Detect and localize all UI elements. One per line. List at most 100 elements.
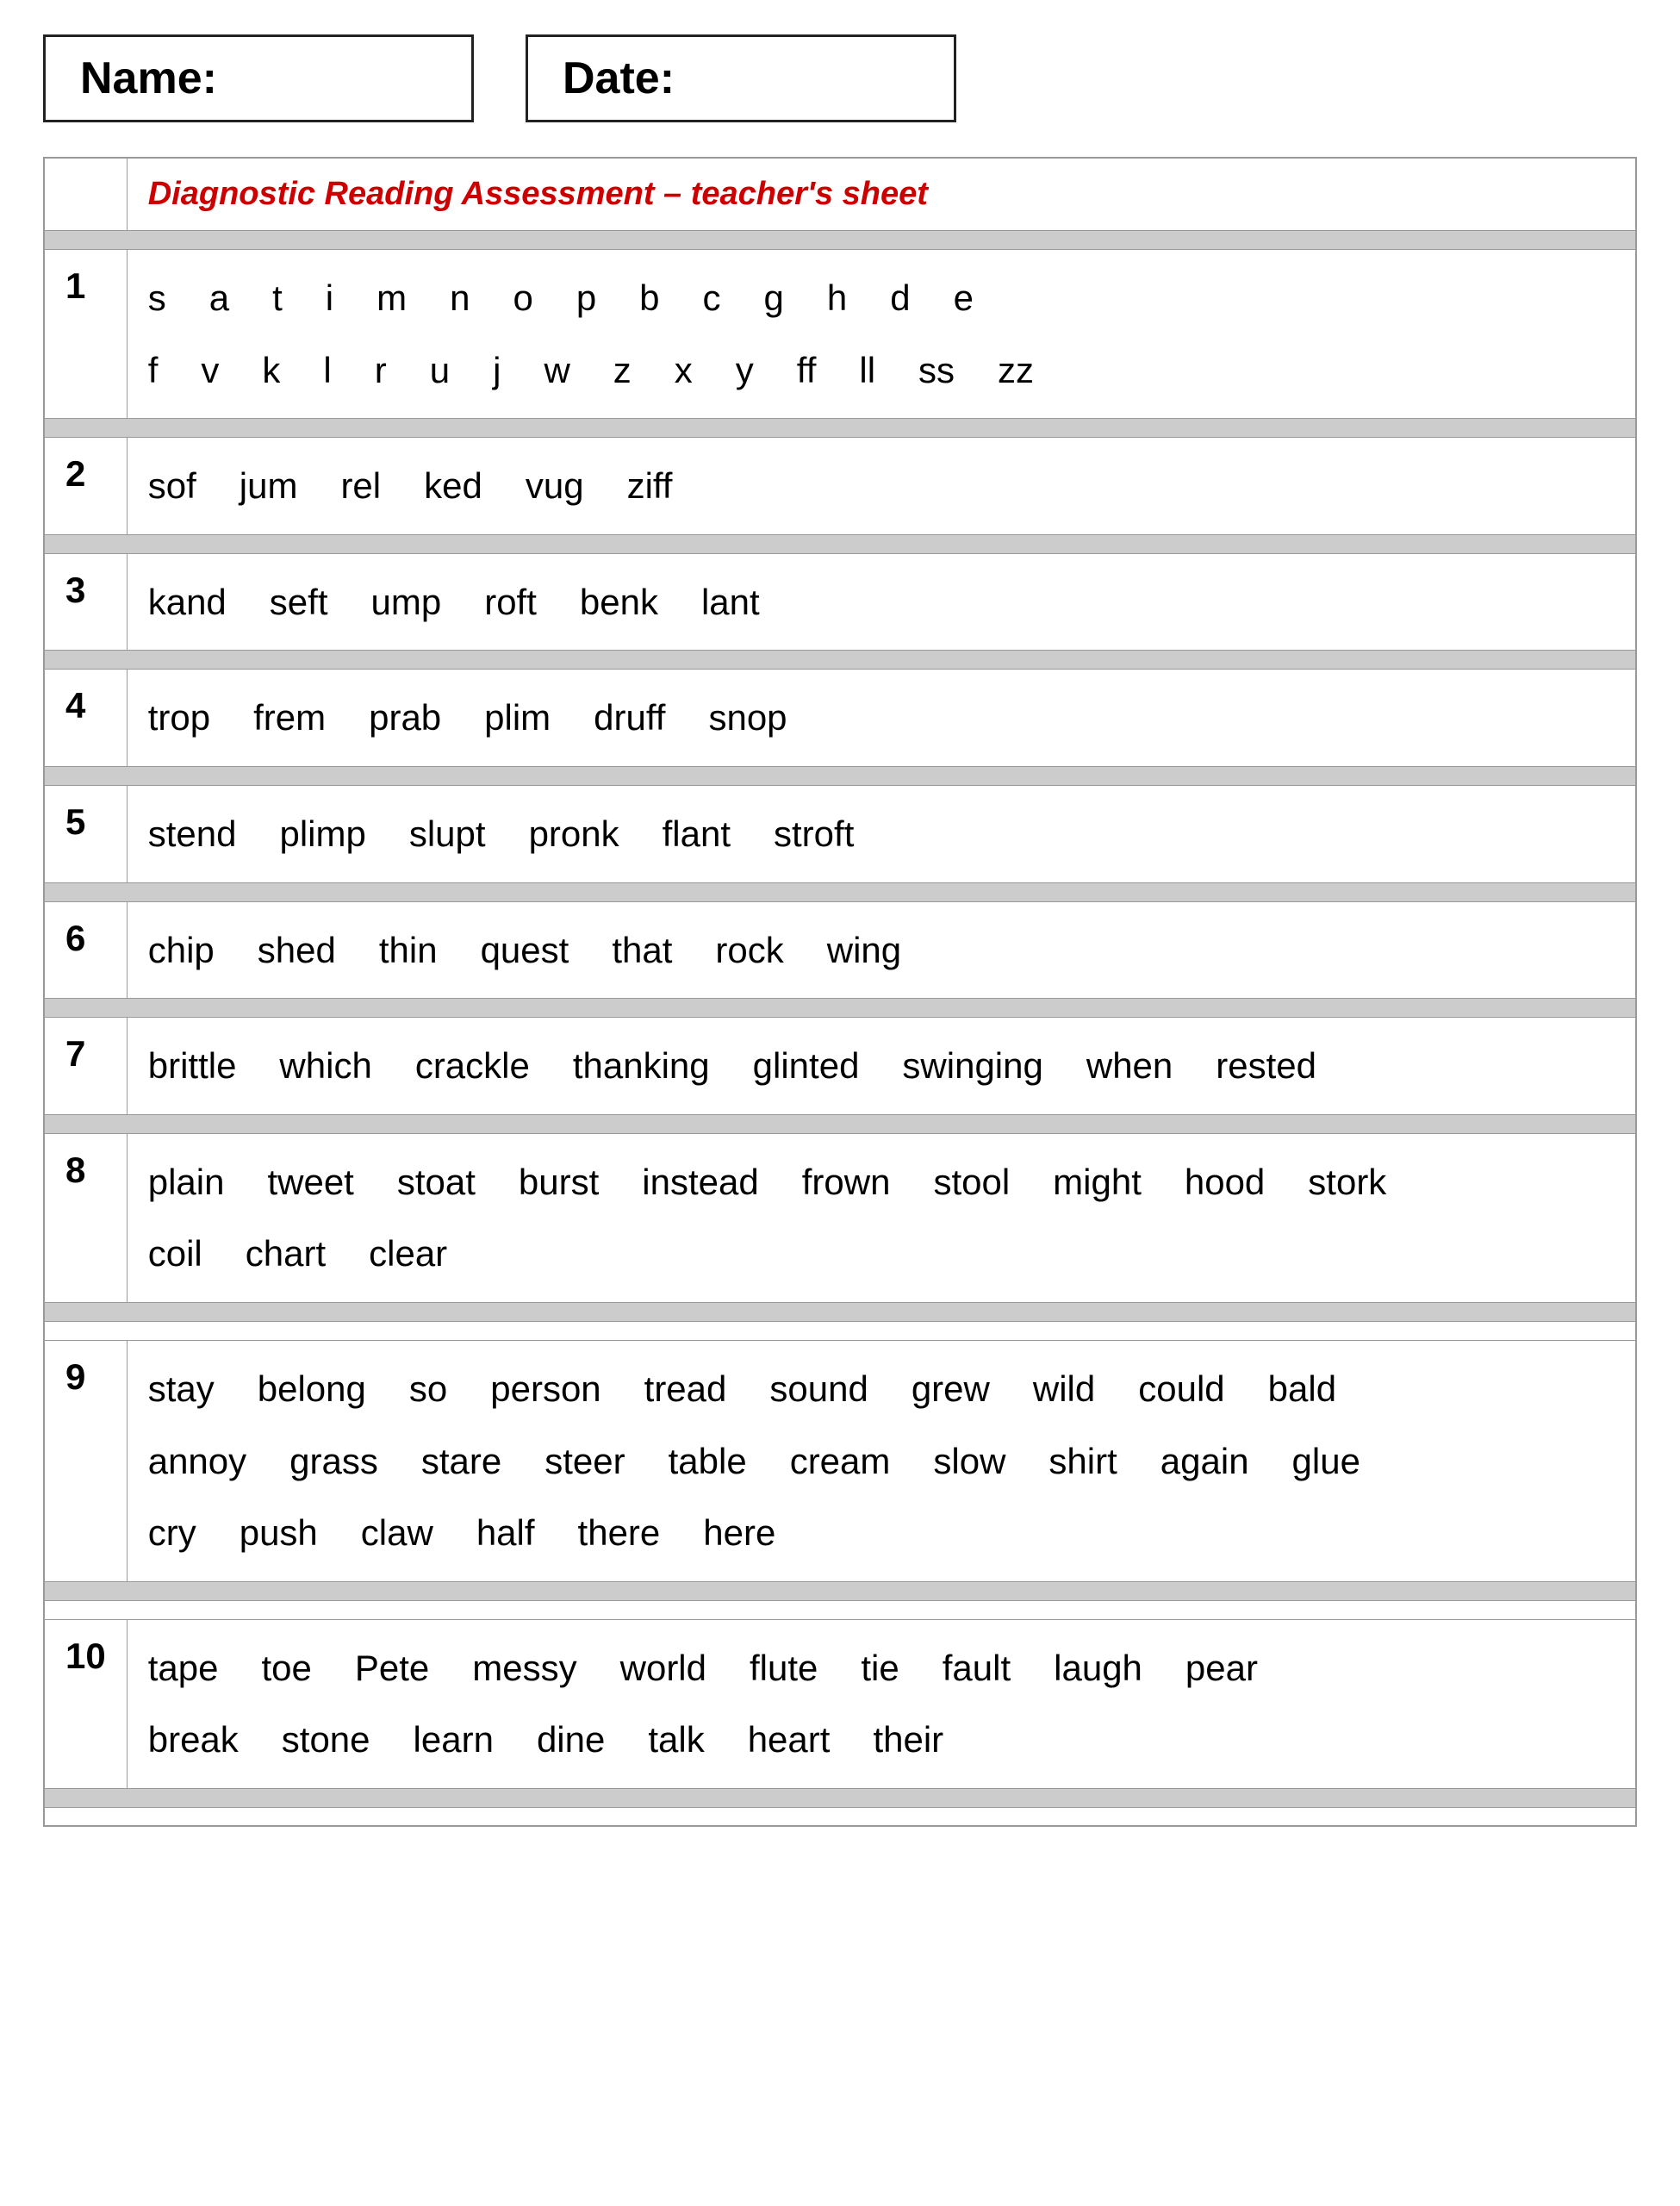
word-item: snop <box>708 685 787 751</box>
word-item: c <box>703 265 721 331</box>
word-item: cry <box>148 1500 196 1566</box>
row-words-1: satimnopbcghdefvklrujwzxyffllsszz <box>127 250 1636 419</box>
word-item: laugh <box>1054 1636 1142 1701</box>
word-item: coil <box>148 1221 202 1287</box>
name-label: Name: <box>80 53 217 103</box>
spacer <box>44 1581 1636 1600</box>
word-item: rel <box>340 453 381 519</box>
word-item: stend <box>148 801 237 867</box>
row-words-2: sofjumrelkedvugziff <box>127 438 1636 535</box>
row-num-8: 8 <box>44 1133 127 1302</box>
word-item: rested <box>1216 1033 1316 1099</box>
word-item: quest <box>481 918 569 983</box>
word-item: glinted <box>753 1033 860 1099</box>
word-item: tread <box>644 1356 727 1422</box>
word-item: m <box>376 265 407 331</box>
word-item: frown <box>802 1150 891 1215</box>
word-item: n <box>450 265 470 331</box>
word-item: push <box>240 1500 318 1566</box>
row-num-5: 5 <box>44 785 127 882</box>
word-item: u <box>430 338 450 403</box>
word-item: z <box>613 338 632 403</box>
word-item: r <box>375 338 387 403</box>
word-item: roft <box>484 570 537 635</box>
word-item: t <box>272 265 283 331</box>
word-item: e <box>954 265 974 331</box>
word-item: slow <box>933 1429 1005 1494</box>
word-item: ff <box>797 338 817 403</box>
word-item: plim <box>484 685 551 751</box>
word-item: Pete <box>355 1636 429 1701</box>
word-item: cream <box>790 1429 891 1494</box>
word-item: stone <box>282 1707 370 1773</box>
row-num-2: 2 <box>44 438 127 535</box>
word-item: tape <box>148 1636 219 1701</box>
word-item: shed <box>258 918 336 983</box>
spacer-extra <box>44 1321 1636 1340</box>
word-item: a <box>209 265 229 331</box>
word-item: flant <box>663 801 731 867</box>
spacer <box>44 1114 1636 1133</box>
header: Name: Date: <box>43 34 1637 122</box>
row-num-9: 9 <box>44 1340 127 1581</box>
spacer <box>44 766 1636 785</box>
word-item: flute <box>750 1636 818 1701</box>
spacer <box>44 1302 1636 1321</box>
word-item: grew <box>912 1356 990 1422</box>
word-item: v <box>201 338 219 403</box>
date-box: Date: <box>526 34 956 122</box>
word-item: plain <box>148 1150 225 1215</box>
word-item: stool <box>933 1150 1010 1215</box>
word-item: hood <box>1185 1150 1265 1215</box>
word-item: b <box>639 265 659 331</box>
word-item: grass <box>289 1429 378 1494</box>
word-item: h <box>827 265 847 331</box>
spacer <box>44 882 1636 901</box>
word-item: pear <box>1185 1636 1258 1701</box>
word-item: learn <box>414 1707 494 1773</box>
word-item: thin <box>379 918 438 983</box>
spacer-extra <box>44 1600 1636 1619</box>
word-item: when <box>1086 1033 1173 1099</box>
row-words-10: tapetoePetemessyworldflutetiefaultlaughp… <box>127 1619 1636 1788</box>
word-item: dine <box>537 1707 605 1773</box>
row-words-9: staybelongsopersontreadsoundgrewwildcoul… <box>127 1340 1636 1581</box>
word-item: seft <box>270 570 328 635</box>
row-words-5: stendplimpsluptpronkflantstroft <box>127 785 1636 882</box>
word-item: chart <box>246 1221 326 1287</box>
word-item: benk <box>580 570 658 635</box>
row-num-1: 1 <box>44 250 127 419</box>
word-item: trop <box>148 685 210 751</box>
word-item: burst <box>519 1150 599 1215</box>
word-item: brittle <box>148 1033 237 1099</box>
word-item: i <box>326 265 333 331</box>
word-item: zz <box>998 338 1034 403</box>
word-item: chip <box>148 918 215 983</box>
title-cell: Diagnostic Reading Assessment – teacher'… <box>127 158 1636 231</box>
word-item: talk <box>648 1707 704 1773</box>
word-item: frem <box>253 685 326 751</box>
word-item: instead <box>642 1150 758 1215</box>
word-item: ump <box>371 570 442 635</box>
word-item: sound <box>769 1356 868 1422</box>
word-item: swinging <box>902 1033 1042 1099</box>
word-item: j <box>493 338 501 403</box>
word-item: stoat <box>397 1150 476 1215</box>
row-words-6: chipshedthinquestthatrockwing <box>127 901 1636 999</box>
word-item: could <box>1138 1356 1224 1422</box>
word-item: l <box>323 338 331 403</box>
word-item: stork <box>1308 1150 1386 1215</box>
word-item: table <box>669 1429 747 1494</box>
word-item: ll <box>859 338 875 403</box>
spacer-extra <box>44 1807 1636 1826</box>
spacer <box>44 534 1636 553</box>
word-item: messy <box>472 1636 576 1701</box>
word-item: so <box>409 1356 447 1422</box>
row-num-4: 4 <box>44 670 127 767</box>
word-item: slupt <box>409 801 486 867</box>
spacer <box>44 419 1636 438</box>
word-item: d <box>890 265 910 331</box>
word-item: ziff <box>627 453 673 519</box>
word-item: heart <box>748 1707 831 1773</box>
word-item: o <box>513 265 532 331</box>
